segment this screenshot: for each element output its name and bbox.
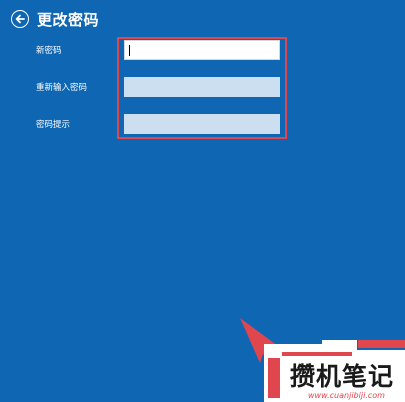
watermark-text: 攒机笔记 [290,362,395,391]
highlight-box [117,37,287,139]
watermark-logo: 攒机笔记 www.cuanjibiji.com [262,336,405,402]
password-hint-label: 密码提示 [36,120,71,130]
confirm-password-label: 重新输入密码 [36,83,88,93]
back-arrow-icon[interactable] [11,10,29,28]
page-title: 更改密码 [37,10,100,29]
header: 更改密码 [11,9,99,29]
change-password-page: { "header": { "title": "更改密码", "back_ico… [0,0,405,402]
watermark-url: www.cuanjibiji.com [308,391,385,400]
new-password-label: 新密码 [36,46,62,56]
